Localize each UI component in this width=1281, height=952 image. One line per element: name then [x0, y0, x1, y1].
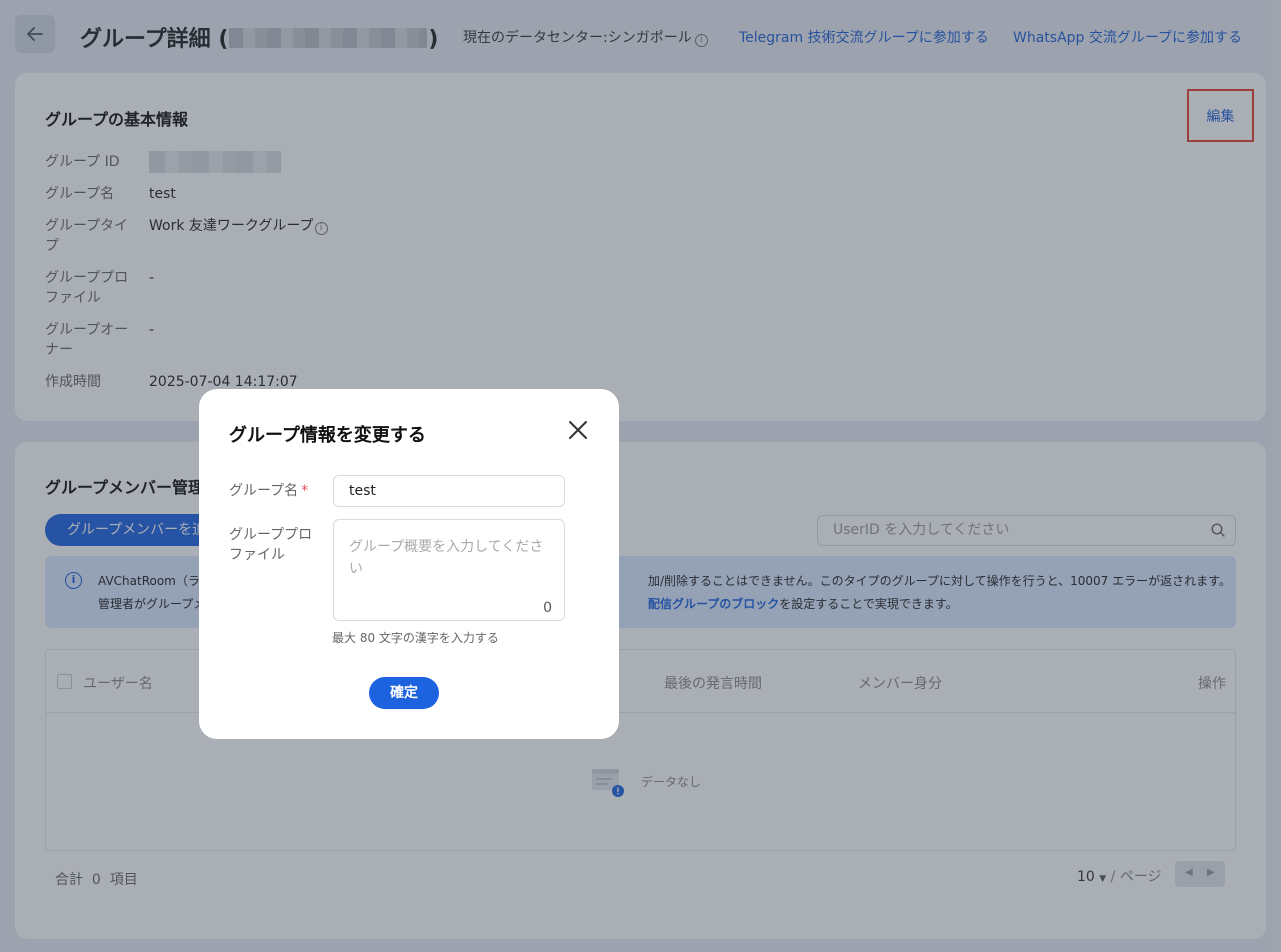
group-name-input[interactable]: test — [333, 475, 565, 507]
close-icon[interactable] — [567, 419, 589, 441]
confirm-button[interactable]: 確定 — [369, 677, 439, 709]
required-mark: * — [301, 483, 309, 499]
group-name-label-text: グループ名 — [229, 483, 299, 499]
group-name-label: グループ名 * — [229, 481, 308, 501]
group-profile-label: グループプロファイル — [229, 527, 313, 563]
char-count: 0 — [543, 600, 552, 616]
modal-title: グループ情報を変更する — [229, 425, 426, 446]
group-profile-textarea[interactable]: グループ概要を入力してください 0 — [333, 519, 565, 621]
profile-hint: 最大 80 文字の漢字を入力する — [332, 631, 499, 645]
edit-group-modal: グループ情報を変更する グループ名 * test グループプロファイル グループ概… — [199, 389, 619, 739]
modal-backdrop[interactable] — [0, 0, 1281, 952]
profile-placeholder: グループ概要を入力してください — [349, 539, 544, 577]
